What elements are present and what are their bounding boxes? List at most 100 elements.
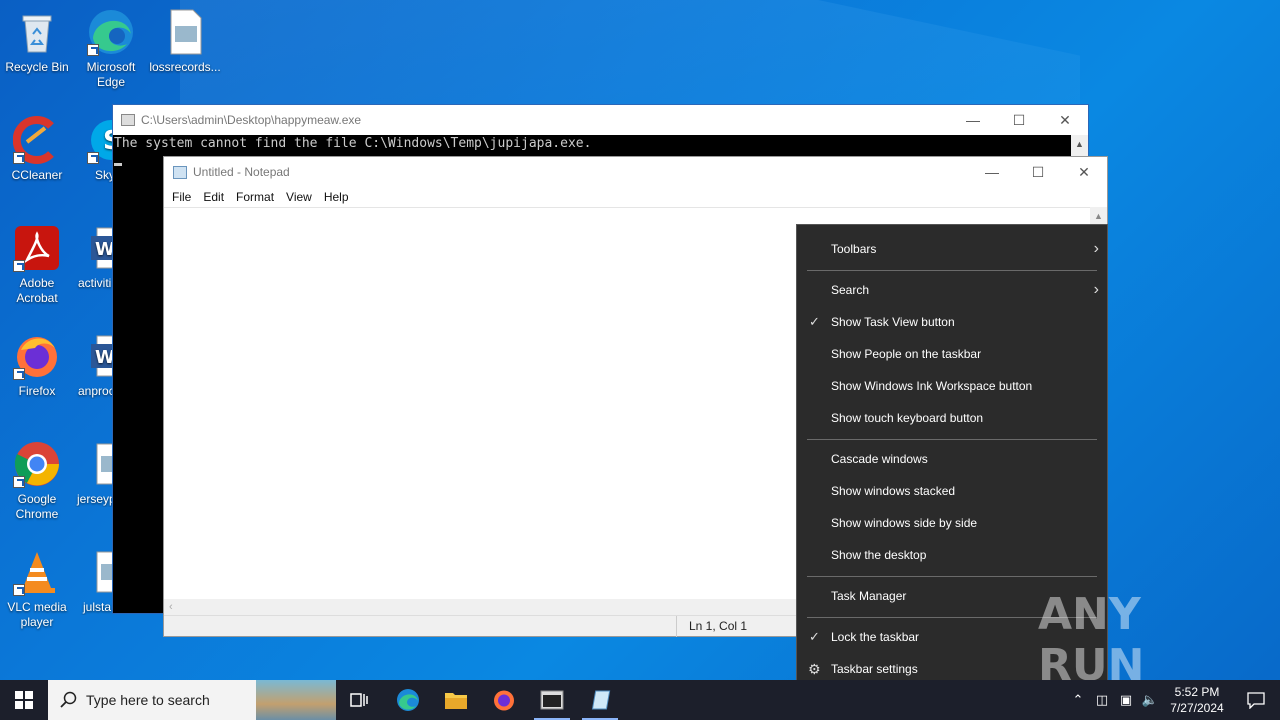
word-document-icon: W [87,224,115,272]
menu-item-cascade-windows[interactable]: Cascade windows [797,443,1107,475]
minimize-button[interactable]: — [969,157,1015,187]
menu-help[interactable]: Help [324,190,349,204]
chrome-icon [13,440,61,488]
menu-separator [807,270,1097,271]
maximize-icon: ☐ [1012,111,1026,128]
action-center-button[interactable] [1232,680,1280,720]
defender-icon[interactable]: ◫ [1090,692,1114,708]
menu-item-show-touch-keyboard[interactable]: Show touch keyboard button [797,402,1107,434]
edge-icon [87,8,135,56]
folder-icon [445,693,467,709]
menu-item-search[interactable]: Search › [797,274,1107,306]
desktop-icon-anproc[interactable]: W anproc [75,332,115,399]
close-icon: ✕ [1078,163,1090,180]
notepad-title: Untitled - Notepad [193,165,290,179]
desktop-icon-activiti[interactable]: W activiti [75,224,115,291]
menu-item-label: Lock the taskbar [831,630,920,644]
minimize-button[interactable]: — [950,105,996,135]
menu-view[interactable]: View [286,190,312,204]
minimize-icon: — [966,112,980,128]
maximize-icon: ☐ [1031,163,1045,180]
anyrun-watermark: ANY RUN [1038,589,1238,691]
notepad-title-bar[interactable]: Untitled - Notepad — ☐ ✕ [164,157,1107,187]
taskbar-firefox-button[interactable] [480,680,528,720]
desktop-icon-google-chrome[interactable]: Google Chrome [1,440,73,522]
menu-file[interactable]: File [172,190,191,204]
clock-time: 5:52 PM [1174,685,1220,699]
vlc-cone-icon [13,548,61,596]
task-view-button[interactable] [336,680,384,720]
menu-edit[interactable]: Edit [203,190,224,204]
desktop-icon-label: lossrecords... [149,60,221,74]
taskbar-file-explorer-button[interactable] [432,680,480,720]
skype-icon: S [87,116,115,164]
checkmark-icon: ✓ [809,314,820,329]
notepad-icon [591,690,611,710]
taskbar-console-button[interactable] [528,680,576,720]
chevron-right-icon: › [1093,281,1099,298]
scroll-left-icon[interactable]: ‹ [169,601,173,613]
close-button[interactable]: ✕ [1061,157,1107,187]
desktop-icon-ccleaner[interactable]: CCleaner [1,116,73,183]
console-cursor [114,163,122,166]
shortcut-arrow-icon [13,584,25,596]
console-app-icon [121,114,135,126]
maximize-button[interactable]: ☐ [1015,157,1061,187]
minimize-icon: — [985,164,999,180]
menu-item-label: Show touch keyboard button [831,411,984,425]
menu-item-label: Taskbar settings [831,662,918,676]
chevron-up-icon[interactable]: ⌃ [1066,692,1090,708]
menu-separator [807,576,1097,577]
desktop-icon-skype[interactable]: S Sky [75,116,115,183]
desktop-icon-lossrecords[interactable]: lossrecords... [149,8,221,75]
menu-item-side-by-side[interactable]: Show windows side by side [797,507,1107,539]
desktop-icon-label: activiti [78,276,112,290]
start-button[interactable] [0,680,48,720]
menu-item-show-people[interactable]: Show People on the taskbar [797,338,1107,370]
taskbar-clock[interactable]: 5:52 PM 7/27/2024 [1162,684,1232,716]
scroll-up-icon[interactable]: ▲ [1071,139,1088,149]
desktop-icon-jerseyp[interactable]: jerseyp [75,440,115,507]
desktop-icon-firefox[interactable]: Firefox [1,332,73,399]
taskbar-edge-button[interactable] [384,680,432,720]
network-icon[interactable]: ▣ [1114,692,1138,708]
search-highlight-image [256,680,336,720]
desktop-icon-recycle-bin[interactable]: Recycle Bin [1,8,73,75]
close-button[interactable]: ✕ [1042,105,1088,135]
firefox-icon [494,690,514,711]
task-view-icon [350,693,368,707]
ccleaner-icon [12,116,61,164]
adobe-acrobat-icon [13,224,61,272]
menu-item-show-task-view[interactable]: ✓ Show Task View button [797,306,1107,338]
desktop-icon-label: julsta [83,600,112,614]
taskbar-notepad-button[interactable] [576,680,624,720]
console-title-bar[interactable]: C:\Users\admin\Desktop\happymeaw.exe — ☐… [113,105,1088,135]
system-tray: ⌃ ◫ ▣ 🔈 5:52 PM 7/27/2024 [1066,680,1280,720]
desktop-icon-label: Recycle Bin [5,60,69,74]
menu-format[interactable]: Format [236,190,274,204]
desktop-icon-microsoft-edge[interactable]: Microsoft Edge [75,8,147,90]
word-document-icon: W [87,332,115,380]
desktop-icon-label: Firefox [18,384,56,398]
menu-item-label: Show the desktop [831,548,927,562]
menu-separator [807,439,1097,440]
menu-item-toolbars[interactable]: Toolbars › [797,233,1107,265]
maximize-button[interactable]: ☐ [996,105,1042,135]
menu-item-show-desktop[interactable]: Show the desktop [797,539,1107,571]
volume-icon[interactable]: 🔈 [1138,692,1162,708]
desktop-icon-julsta[interactable]: julsta [75,548,115,615]
menu-item-show-ink-workspace[interactable]: Show Windows Ink Workspace button [797,370,1107,402]
taskbar-search-box[interactable]: Type here to search [48,680,336,720]
menu-item-label: Show windows side by side [831,516,978,530]
edge-icon [397,689,419,711]
menu-item-windows-stacked[interactable]: Show windows stacked [797,475,1107,507]
recycle-bin-icon [13,8,61,56]
desktop-icon-vlc[interactable]: VLC media player [1,548,73,630]
desktop-icon-label: VLC media player [7,600,67,629]
menu-item-label: Task Manager [831,589,907,603]
desktop-icon-adobe-acrobat[interactable]: Adobe Acrobat [1,224,73,306]
menu-item-label: Show People on the taskbar [831,347,982,361]
scroll-up-icon[interactable]: ▲ [1090,211,1107,221]
taskbar: Type here to search ⌃ ◫ ▣ 🔈 5:52 PM 7/27… [0,680,1280,720]
watermark-text: ANY RUN [1038,589,1145,691]
